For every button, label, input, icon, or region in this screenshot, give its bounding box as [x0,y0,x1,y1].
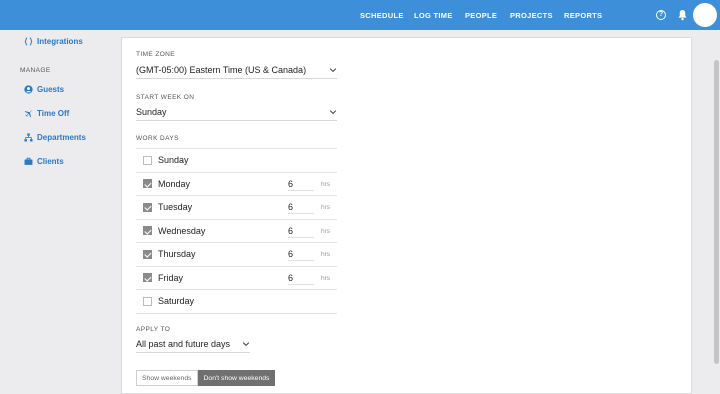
sidebar-manage-heading: MANAGE [20,67,51,74]
thursday-checkbox[interactable] [143,249,152,259]
braces-icon [24,37,33,46]
nav-schedule[interactable]: SCHEDULE [360,11,404,20]
sidebar-item-label: Time Off [37,109,70,118]
nav-people[interactable]: PEOPLE [465,11,497,20]
airplane-icon [24,110,33,118]
work-days-label: WORK DAYS [136,135,179,142]
thursday-hours-input[interactable] [288,248,314,261]
sidebar-item-label: Clients [37,157,64,166]
work-day-row-thursday: Thursday hrs [136,243,337,267]
start-week-label: START WEEK ON [136,94,195,101]
sidebar-item-label: Guests [37,85,65,94]
nav-reports[interactable]: REPORTS [564,11,602,20]
sidebar-item-label: Departments [37,133,86,142]
hours-unit: hrs [321,227,331,235]
sidebar-item-guests[interactable]: Guests [24,85,64,94]
work-day-row-tuesday: Tuesday hrs [136,196,337,220]
sidebar-item-label: Integrations [37,37,83,46]
sunday-checkbox[interactable] [143,155,152,165]
work-day-row-sunday: Sunday [136,149,337,173]
org-chart-icon [24,133,33,142]
show-weekends-button[interactable]: Show weekends [136,370,198,386]
friday-checkbox[interactable] [143,273,152,283]
hours-unit: hrs [321,251,331,258]
work-day-row-friday: Friday hrs [136,267,337,290]
day-name: Wednesday [158,225,206,236]
chevron-down-icon [329,109,337,114]
sidebar-item-integrations[interactable]: Integrations [24,37,83,46]
day-name: Saturday [158,296,195,307]
hours-unit: hrs [321,274,331,282]
hours-unit: hrs [321,204,331,211]
timezone-label: TIME ZONE [136,51,175,58]
work-day-row-monday: Monday hrs [136,173,337,196]
work-day-row-saturday: Saturday [136,290,337,314]
day-name: Monday [158,178,191,189]
wednesday-hours-input[interactable] [288,224,314,238]
start-week-value: Sunday [136,106,167,117]
settings-sidebar: Integrations MANAGE Guests Time Off Depa… [0,30,120,394]
chevron-down-icon [242,341,250,346]
timezone-value: (GMT-05:00) Eastern Time (US & Canada) [136,64,307,75]
day-name: Sunday [158,155,189,166]
day-name: Friday [158,272,184,283]
briefcase-icon [24,157,33,165]
monday-checkbox[interactable] [143,179,152,189]
day-name: Tuesday [158,202,193,213]
chevron-down-icon [329,67,337,72]
weekends-toggle: Show weekends Don't show weekends [136,370,276,386]
user-avatar[interactable] [693,3,717,27]
sidebar-item-time-off[interactable]: Time Off [24,109,69,118]
start-week-select[interactable]: Sunday [136,103,337,121]
tuesday-checkbox[interactable] [143,202,152,212]
person-icon [24,85,33,94]
top-navigation-bar: SCHEDULE LOG TIME PEOPLE PROJECTS REPORT… [0,0,720,30]
day-name: Thursday [158,249,196,260]
schedule-settings-panel: TIME ZONE (GMT-05:00) Eastern Time (US &… [121,37,692,394]
wednesday-checkbox[interactable] [143,226,152,236]
apply-to-value: All past and future days [136,338,231,349]
scrollbar-thumb[interactable] [714,60,719,364]
timezone-select[interactable]: (GMT-05:00) Eastern Time (US & Canada) [136,61,337,79]
page-scrollbar[interactable] [713,30,720,394]
bell-icon[interactable] [677,9,688,21]
saturday-checkbox[interactable] [143,296,152,306]
sidebar-item-departments[interactable]: Departments [24,133,86,142]
sidebar-item-clients[interactable]: Clients [24,157,64,166]
hours-unit: hrs [321,180,331,188]
friday-hours-input[interactable] [288,271,314,285]
hide-weekends-button[interactable]: Don't show weekends [197,370,276,386]
help-icon[interactable]: ? [656,10,666,20]
nav-projects[interactable]: PROJECTS [510,11,553,20]
tuesday-hours-input[interactable] [288,201,314,214]
apply-to-select[interactable]: All past and future days [136,335,250,353]
monday-hours-input[interactable] [288,177,314,191]
apply-to-label: APPLY TO [136,326,171,333]
work-day-row-wednesday: Wednesday hrs [136,220,337,243]
nav-log-time[interactable]: LOG TIME [414,11,453,20]
